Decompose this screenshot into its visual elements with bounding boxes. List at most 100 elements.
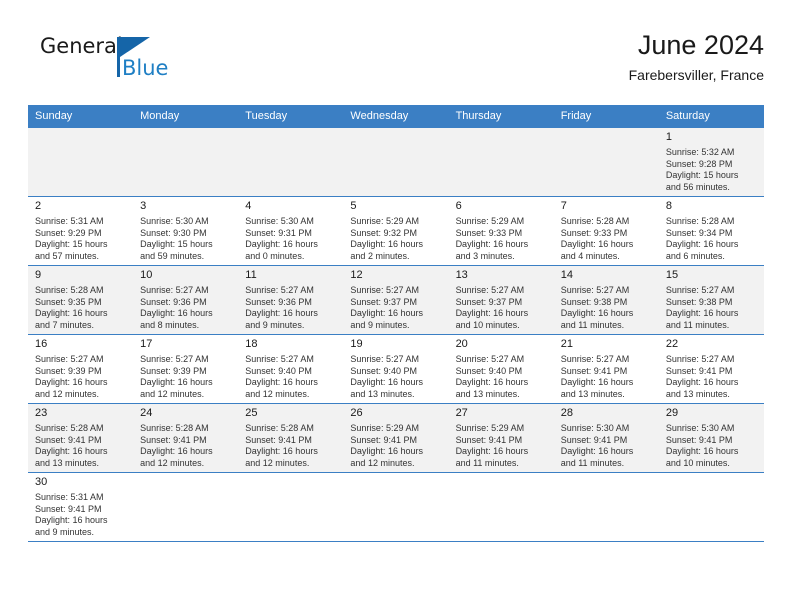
day-detail-sunset: Sunset: 9:39 PM — [140, 365, 207, 376]
day-detail-daylight-line2: and 12 minutes. — [140, 457, 205, 468]
day-detail-sunrise: Sunrise: 5:27 AM — [560, 354, 630, 364]
calendar-day-cell[interactable]: 11 Sunrise: 5:27 AM Sunset: 9:36 PM Dayligh… — [238, 265, 344, 335]
day-detail-daylight-line1: Daylight: 16 hours — [455, 377, 529, 388]
calendar-day-cell[interactable]: 9 Sunrise: 5:28 AM Sunset: 9:35 PM Daylight… — [28, 265, 134, 335]
calendar-day-cell[interactable]: 13 Sunrise: 5:27 AM Sunset: 9:37 PM Dayligh… — [448, 265, 554, 335]
day-detail-daylight-line2: and 12 minutes. — [245, 388, 310, 399]
calendar-day-cell[interactable]: 5 Sunrise: 5:29 AM Sunset: 9:32 PM Daylight… — [343, 196, 449, 266]
day-detail-daylight-line1: Daylight: 15 hours — [140, 239, 213, 250]
day-detail-daylight-line1: Daylight: 16 hours — [140, 446, 213, 457]
calendar-day-cell[interactable]: 7 Sunrise: 5:28 AM Sunset: 9:33 PM Daylight… — [553, 196, 659, 266]
day-details: Sunrise: 5:27 AM Sunset: 9:37 PM Daylight:… — [449, 284, 554, 331]
day-detail-sunrise: Sunrise: 5:28 AM — [560, 216, 630, 226]
day-cell-body — [133, 473, 239, 541]
day-cell-body: 10 Sunrise: 5:27 AM Sunset: 9:36 PM Dayligh… — [133, 266, 239, 334]
day-number: 15 — [665, 269, 679, 281]
calendar-day-cell[interactable]: 1 Sunrise: 5:32 AM Sunset: 9:28 PM Daylight… — [658, 127, 764, 197]
calendar-empty-cell — [343, 127, 449, 197]
weekday-header-wednesday: Wednesday — [343, 105, 449, 128]
calendar-day-cell[interactable]: 2 Sunrise: 5:31 AM Sunset: 9:29 PM Daylight… — [28, 196, 134, 266]
calendar-empty-cell — [553, 127, 659, 197]
day-detail-daylight-line1: Daylight: 15 hours — [665, 170, 739, 181]
brand-name-blue: Blue — [122, 56, 169, 80]
day-details: Sunrise: 5:27 AM Sunset: 9:37 PM Daylight:… — [343, 284, 448, 331]
day-detail-sunrise: Sunrise: 5:30 AM — [245, 216, 314, 226]
calendar-day-cell[interactable]: 22 Sunrise: 5:27 AM Sunset: 9:41 PM Dayligh… — [658, 334, 764, 404]
calendar-day-cell[interactable]: 28 Sunrise: 5:30 AM Sunset: 9:41 PM Dayligh… — [553, 403, 659, 473]
day-detail-daylight-line1: Daylight: 15 hours — [35, 239, 108, 250]
day-detail-sunrise: Sunrise: 5:27 AM — [140, 354, 209, 364]
page-title: June 2024 — [637, 30, 764, 60]
day-details: Sunrise: 5:27 AM Sunset: 9:40 PM Daylight:… — [238, 353, 343, 400]
day-detail-sunset: Sunset: 9:40 PM — [245, 365, 312, 376]
calendar-day-cell[interactable]: 12 Sunrise: 5:27 AM Sunset: 9:37 PM Dayligh… — [343, 265, 449, 335]
calendar-week-row: 1 Sunrise: 5:32 AM Sunset: 9:28 PM Daylight… — [28, 127, 764, 197]
day-cell-body: 14 Sunrise: 5:27 AM Sunset: 9:38 PM Dayligh… — [553, 266, 659, 334]
day-detail-sunrise: Sunrise: 5:29 AM — [350, 423, 419, 433]
calendar-day-cell[interactable]: 19 Sunrise: 5:27 AM Sunset: 9:40 PM Dayligh… — [343, 334, 449, 404]
calendar-day-cell[interactable]: 30 Sunrise: 5:31 AM Sunset: 9:41 PM Dayligh… — [28, 472, 134, 542]
day-number: 13 — [455, 269, 468, 281]
day-number: 22 — [665, 338, 679, 350]
day-detail-daylight-line2: and 13 minutes. — [350, 388, 415, 399]
day-number: 18 — [245, 338, 258, 350]
day-cell-body: 13 Sunrise: 5:27 AM Sunset: 9:37 PM Dayligh… — [448, 266, 554, 334]
calendar-day-cell[interactable]: 27 Sunrise: 5:29 AM Sunset: 9:41 PM Dayligh… — [448, 403, 554, 473]
calendar-day-cell[interactable]: 20 Sunrise: 5:27 AM Sunset: 9:40 PM Dayligh… — [448, 334, 554, 404]
day-detail-daylight-line1: Daylight: 16 hours — [665, 239, 739, 250]
weekday-header-sunday: Sunday — [28, 105, 134, 128]
day-detail-sunset: Sunset: 9:36 PM — [140, 296, 207, 307]
day-details: Sunrise: 5:28 AM Sunset: 9:33 PM Daylight:… — [554, 215, 659, 262]
calendar-day-cell[interactable]: 21 Sunrise: 5:27 AM Sunset: 9:41 PM Dayligh… — [553, 334, 659, 404]
calendar-day-cell[interactable]: 17 Sunrise: 5:27 AM Sunset: 9:39 PM Dayligh… — [133, 334, 239, 404]
day-cell-body: 26 Sunrise: 5:29 AM Sunset: 9:41 PM Dayligh… — [343, 404, 449, 472]
calendar-empty-cell — [448, 127, 554, 197]
day-number: 3 — [140, 200, 147, 212]
day-cell-body: 21 Sunrise: 5:27 AM Sunset: 9:41 PM Dayligh… — [553, 335, 659, 403]
calendar-day-cell[interactable]: 24 Sunrise: 5:28 AM Sunset: 9:41 PM Dayligh… — [133, 403, 239, 473]
day-detail-daylight-line1: Daylight: 16 hours — [455, 446, 529, 457]
day-detail-sunset: Sunset: 9:40 PM — [455, 365, 523, 376]
day-number: 8 — [665, 200, 672, 212]
calendar-day-cell[interactable]: 3 Sunrise: 5:30 AM Sunset: 9:30 PM Daylight… — [133, 196, 239, 266]
brand-logo[interactable]: General Blue — [40, 34, 170, 90]
day-detail-sunrise: Sunrise: 5:29 AM — [455, 216, 525, 226]
calendar-day-cell[interactable]: 10 Sunrise: 5:27 AM Sunset: 9:36 PM Dayligh… — [133, 265, 239, 335]
day-number: 14 — [560, 269, 573, 281]
day-cell-body: 15 Sunrise: 5:27 AM Sunset: 9:38 PM Dayligh… — [658, 266, 764, 334]
brand-name-general: General — [40, 34, 123, 58]
day-detail-sunrise: Sunrise: 5:27 AM — [560, 285, 630, 295]
day-detail-daylight-line2: and 9 minutes. — [350, 319, 410, 330]
day-details: Sunrise: 5:28 AM Sunset: 9:41 PM Daylight:… — [133, 422, 238, 469]
calendar-day-cell[interactable]: 14 Sunrise: 5:27 AM Sunset: 9:38 PM Dayligh… — [553, 265, 659, 335]
calendar-day-cell[interactable]: 15 Sunrise: 5:27 AM Sunset: 9:38 PM Dayligh… — [658, 265, 764, 335]
calendar-day-cell[interactable]: 23 Sunrise: 5:28 AM Sunset: 9:41 PM Dayligh… — [28, 403, 134, 473]
calendar-day-cell[interactable]: 8 Sunrise: 5:28 AM Sunset: 9:34 PM Daylight… — [658, 196, 764, 266]
day-detail-daylight-line1: Daylight: 16 hours — [665, 308, 739, 319]
day-detail-sunrise: Sunrise: 5:27 AM — [245, 285, 314, 295]
day-detail-sunset: Sunset: 9:41 PM — [455, 434, 523, 445]
calendar-empty-cell — [28, 127, 134, 197]
day-details: Sunrise: 5:29 AM Sunset: 9:41 PM Daylight:… — [343, 422, 448, 469]
day-detail-sunset: Sunset: 9:33 PM — [560, 227, 628, 238]
calendar-day-cell[interactable]: 4 Sunrise: 5:30 AM Sunset: 9:31 PM Daylight… — [238, 196, 344, 266]
calendar-day-cell[interactable]: 29 Sunrise: 5:30 AM Sunset: 9:41 PM Dayligh… — [658, 403, 764, 473]
calendar-day-cell[interactable]: 26 Sunrise: 5:29 AM Sunset: 9:41 PM Dayligh… — [343, 403, 449, 473]
day-detail-daylight-line1: Daylight: 16 hours — [35, 446, 108, 457]
day-details: Sunrise: 5:27 AM Sunset: 9:40 PM Daylight:… — [343, 353, 448, 400]
day-details: Sunrise: 5:30 AM Sunset: 9:41 PM Daylight:… — [554, 422, 659, 469]
calendar-empty-cell — [448, 472, 554, 542]
day-detail-daylight-line1: Daylight: 16 hours — [35, 308, 108, 319]
day-detail-sunrise: Sunrise: 5:30 AM — [560, 423, 630, 433]
day-number: 27 — [455, 407, 468, 419]
calendar-day-cell[interactable]: 25 Sunrise: 5:28 AM Sunset: 9:41 PM Dayligh… — [238, 403, 344, 473]
day-detail-daylight-line1: Daylight: 16 hours — [245, 239, 318, 250]
day-detail-daylight-line1: Daylight: 16 hours — [35, 377, 108, 388]
day-detail-daylight-line2: and 11 minutes. — [455, 457, 519, 468]
day-detail-daylight-line2: and 3 minutes. — [455, 250, 515, 261]
day-number: 2 — [35, 200, 42, 212]
calendar-day-cell[interactable]: 16 Sunrise: 5:27 AM Sunset: 9:39 PM Dayligh… — [28, 334, 134, 404]
calendar-day-cell[interactable]: 18 Sunrise: 5:27 AM Sunset: 9:40 PM Dayligh… — [238, 334, 344, 404]
calendar-day-cell[interactable]: 6 Sunrise: 5:29 AM Sunset: 9:33 PM Daylight… — [448, 196, 554, 266]
day-number: 19 — [350, 338, 363, 350]
